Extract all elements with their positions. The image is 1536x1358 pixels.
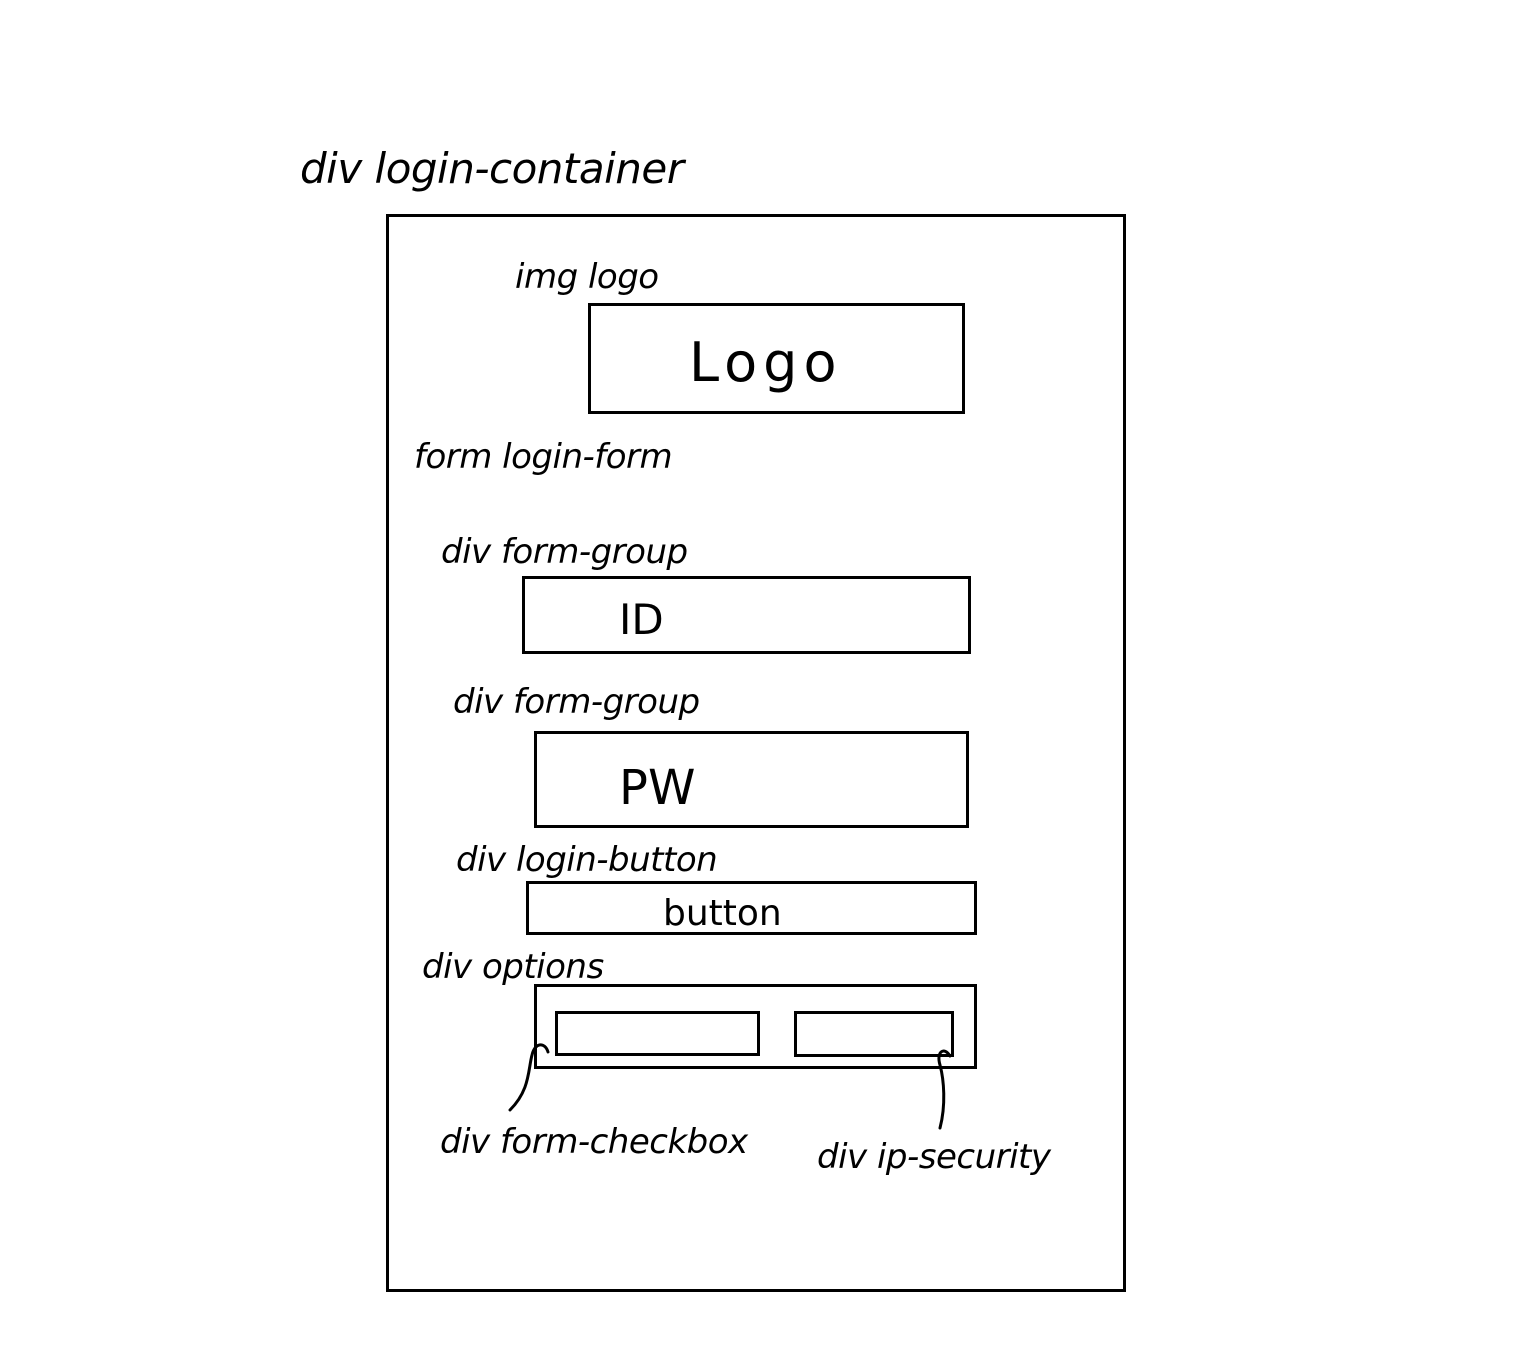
login-container-label: div login-container xyxy=(300,144,684,193)
form-group-2-label: div form-group xyxy=(453,682,700,722)
form-group-1-label: div form-group xyxy=(441,532,688,572)
button-text: button xyxy=(663,893,782,934)
form-login-form-label: form login-form xyxy=(414,437,673,477)
img-logo-label: img logo xyxy=(515,257,659,297)
form-checkbox-box[interactable] xyxy=(555,1011,760,1056)
ip-security-label: div ip-security xyxy=(817,1137,1051,1177)
logo-text: Logo xyxy=(689,331,843,394)
pw-text: PW xyxy=(619,760,696,816)
login-button[interactable]: button xyxy=(526,881,977,935)
login-button-label: div login-button xyxy=(456,840,718,880)
id-text: ID xyxy=(619,595,664,644)
ip-security-box[interactable] xyxy=(794,1011,954,1057)
logo-box: Logo xyxy=(588,303,965,414)
pw-input[interactable]: PW xyxy=(534,731,969,828)
form-checkbox-label: div form-checkbox xyxy=(440,1122,748,1162)
id-input[interactable]: ID xyxy=(522,576,971,654)
options-label: div options xyxy=(422,947,604,987)
